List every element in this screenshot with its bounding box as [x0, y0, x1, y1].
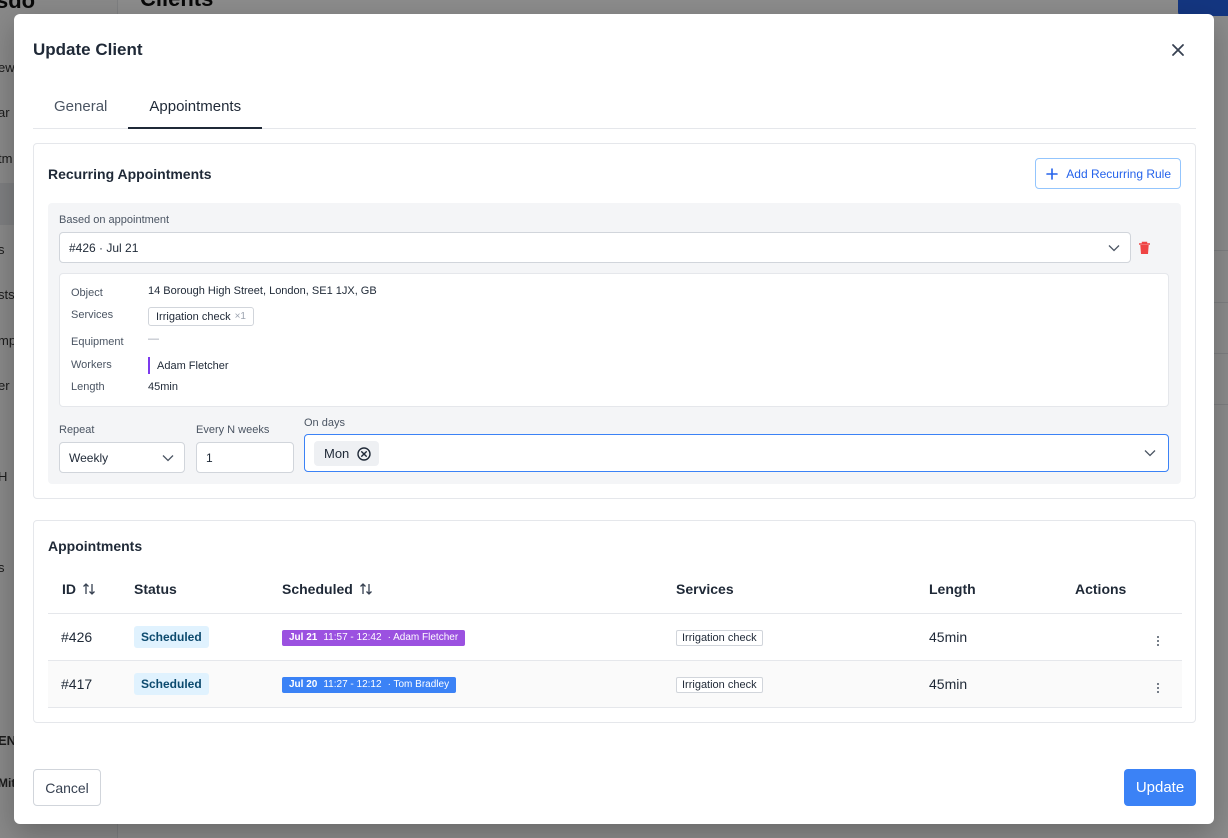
trash-icon	[1138, 241, 1150, 254]
service-chip-qty: ×1	[234, 311, 246, 322]
service-tag: Irrigation check	[676, 676, 763, 693]
table-row[interactable]: #426 Scheduled Jul 21 11:57 - 12:42 · Adam…	[48, 613, 1182, 661]
more-actions-icon[interactable]	[1150, 680, 1166, 696]
schedule-pill[interactable]: Jul 20 11:27 - 12:12 · Tom Bradley	[282, 676, 457, 693]
based-on-select[interactable]: #426 · Jul 21	[59, 232, 1131, 263]
appointment-length: 45min	[929, 613, 1069, 661]
day-chip-label: Mon	[324, 446, 350, 461]
service-tag: Irrigation check	[676, 629, 763, 646]
appointment-id: #417	[48, 660, 134, 708]
update-client-modal: Update Client General Appointments Recur…	[14, 14, 1214, 824]
column-header-length: Length	[929, 566, 1069, 614]
plus-icon	[1046, 167, 1059, 180]
column-header-status: Status	[134, 566, 282, 614]
equipment-label: Equipment	[71, 336, 124, 348]
appointments-table: ID Status Scheduled Services Length Acti…	[48, 566, 1182, 708]
more-actions-icon[interactable]	[1150, 633, 1166, 649]
schedule-time: 11:27 - 12:12	[323, 679, 382, 691]
tab-bar: General Appointments	[33, 98, 1196, 129]
add-recurring-rule-button[interactable]: Add Recurring Rule	[1035, 158, 1181, 189]
day-chip: Mon	[314, 441, 380, 466]
recurring-rule: Based on appointment #426 · Jul 21 Objec…	[48, 203, 1181, 484]
equipment-value: —	[148, 333, 159, 345]
tab-appointments[interactable]: Appointments	[128, 98, 263, 129]
services-label: Services	[71, 309, 114, 321]
schedule-date: Jul 20	[289, 679, 318, 691]
on-days-select[interactable]: Mon	[304, 434, 1169, 472]
schedule-pill[interactable]: Jul 21 11:57 - 12:42 · Adam Fletcher	[282, 629, 466, 646]
remove-day-icon[interactable]	[357, 446, 371, 461]
repeat-label: Repeat	[59, 424, 95, 436]
length-value: 45min	[148, 381, 178, 393]
appointment-length: 45min	[929, 660, 1069, 708]
appointment-id: #426	[48, 613, 134, 661]
repeat-select[interactable]: Weekly	[59, 442, 185, 473]
modal-title: Update Client	[33, 40, 143, 59]
chevron-down-icon	[162, 454, 174, 461]
column-header-services: Services	[676, 566, 929, 614]
recurring-appointments-card: Recurring Appointments Add Recurring Rul…	[33, 143, 1196, 499]
appointment-details: Object 14 Borough High Street, London, S…	[59, 273, 1169, 407]
on-days-label: On days	[304, 417, 345, 429]
chevron-down-icon	[1108, 244, 1120, 251]
recurring-section-title: Recurring Appointments	[48, 166, 212, 182]
schedule-worker: · Tom Bradley	[387, 679, 450, 691]
delete-rule-button[interactable]	[1134, 238, 1154, 258]
worker-chip: Adam Fletcher	[148, 357, 236, 374]
add-recurring-rule-label: Add Recurring Rule	[1066, 166, 1171, 181]
based-on-value: #426 · Jul 21	[69, 240, 139, 255]
schedule-time: 11:57 - 12:42	[323, 632, 382, 644]
chevron-down-icon	[1144, 450, 1156, 457]
object-label: Object	[71, 287, 103, 299]
length-label: Length	[71, 381, 105, 393]
column-header-scheduled[interactable]: Scheduled	[282, 566, 676, 614]
object-value: 14 Borough High Street, London, SE1 1JX,…	[148, 285, 377, 297]
column-header-scheduled-label: Scheduled	[282, 581, 353, 598]
update-button[interactable]: Update	[1124, 769, 1196, 806]
repeat-value: Weekly	[69, 450, 109, 465]
tab-general[interactable]: General	[33, 98, 128, 129]
sort-icon[interactable]	[359, 583, 373, 596]
cancel-button[interactable]: Cancel	[33, 769, 101, 806]
appointments-section-title: Appointments	[48, 538, 143, 554]
close-icon	[1172, 44, 1184, 56]
status-badge: Scheduled	[134, 672, 209, 695]
schedule-date: Jul 21	[289, 632, 318, 644]
service-chip-name: Irrigation check	[156, 310, 231, 323]
column-header-id[interactable]: ID	[48, 566, 134, 614]
status-badge: Scheduled	[134, 625, 209, 648]
close-button[interactable]	[1166, 38, 1190, 62]
sort-icon[interactable]	[82, 583, 96, 596]
appointments-card: Appointments ID Status Scheduled Service…	[33, 520, 1196, 723]
column-header-id-label: ID	[62, 581, 76, 598]
column-header-actions: Actions	[1069, 566, 1182, 614]
service-chip: Irrigation check ×1	[148, 307, 254, 326]
every-n-weeks-input[interactable]: 1	[196, 442, 294, 473]
based-on-label: Based on appointment	[59, 214, 170, 226]
table-header-row: ID Status Scheduled Services Length Acti…	[48, 566, 1182, 614]
workers-label: Workers	[71, 359, 112, 371]
schedule-worker: · Adam Fletcher	[387, 632, 459, 644]
every-n-weeks-label: Every N weeks	[196, 424, 270, 436]
table-row[interactable]: #417 Scheduled Jul 20 11:27 - 12:12 · Tom …	[48, 660, 1182, 708]
